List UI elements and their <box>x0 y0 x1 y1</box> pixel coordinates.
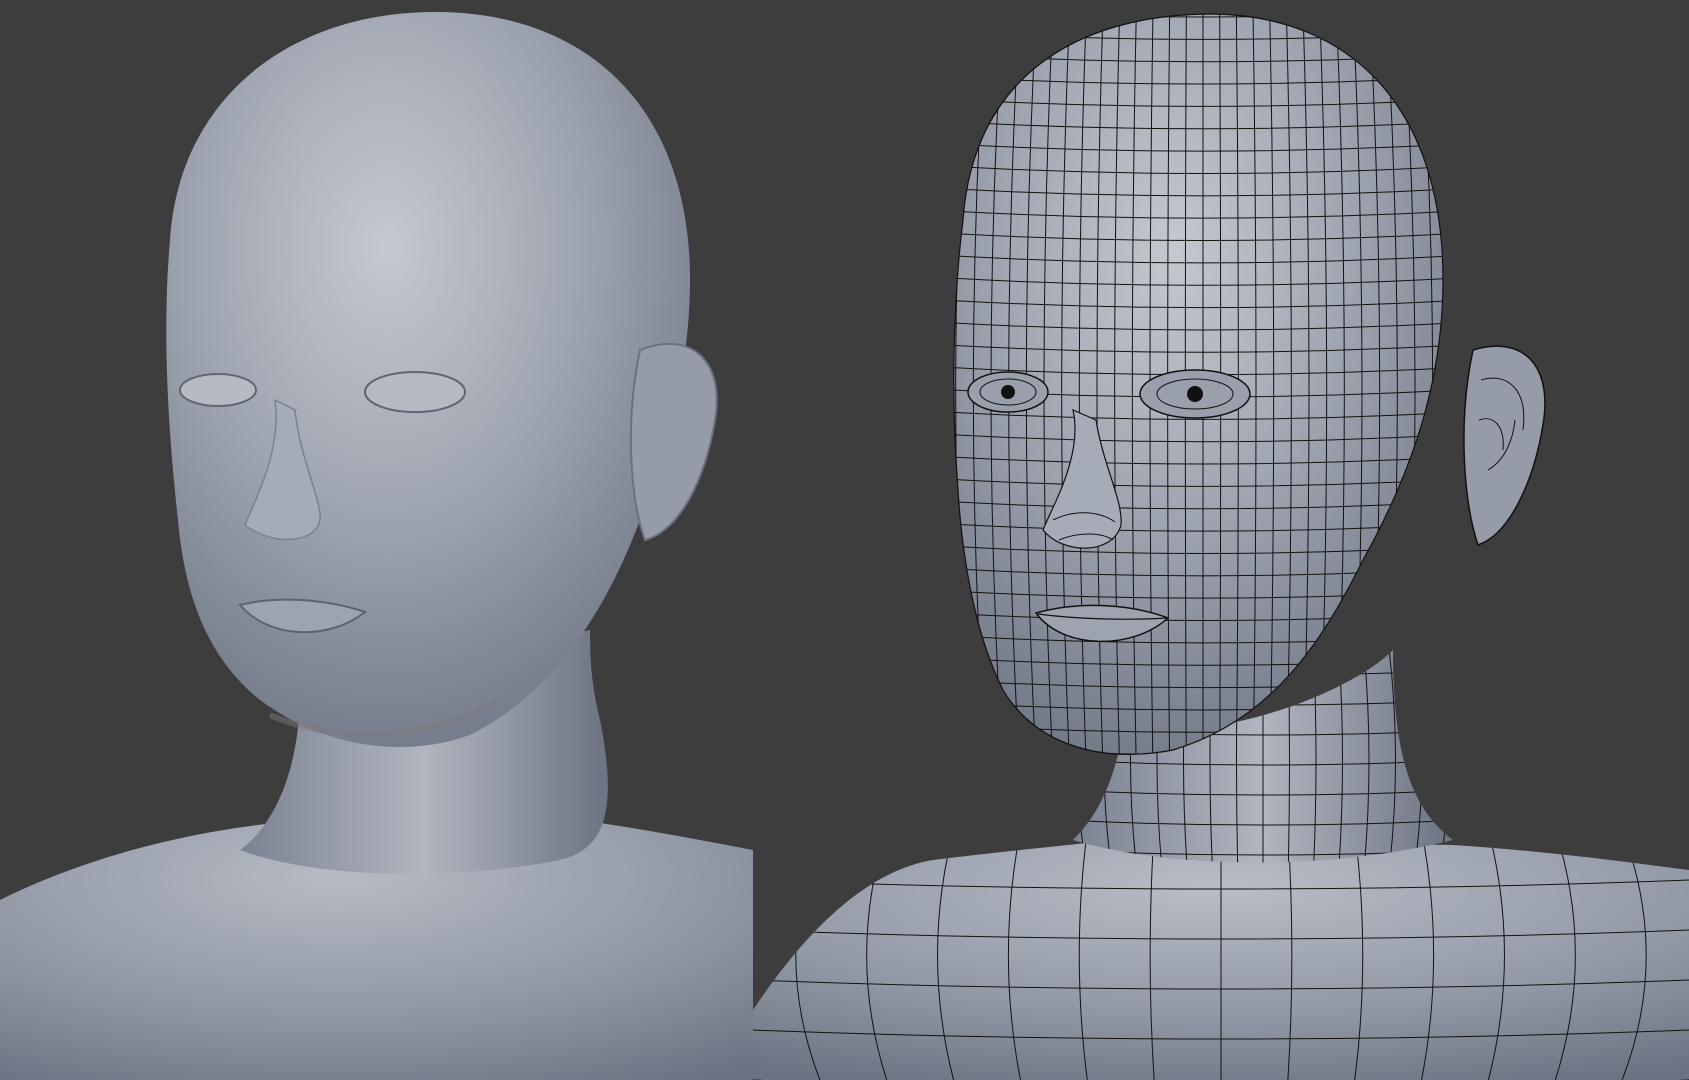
smooth-head-render <box>0 11 753 1080</box>
eye-right-shape <box>364 371 466 413</box>
eye-right-wire <box>1139 369 1251 419</box>
wireframe-head-render <box>753 10 1689 1080</box>
viewport-smooth-shaded[interactable] <box>0 0 753 1080</box>
eye-left-shape <box>179 373 257 407</box>
ear-shape <box>1463 345 1546 546</box>
wire-edge <box>1463 640 1475 880</box>
wire-edge <box>938 10 953 770</box>
wire-edge <box>1437 650 1449 863</box>
eye-left-wire <box>967 371 1049 413</box>
ear-shape <box>629 342 718 542</box>
wire-edge <box>1435 14 1443 755</box>
viewport-wireframe[interactable] <box>753 0 1689 1080</box>
wire-edge <box>1453 10 1468 770</box>
blender-comparison-stage <box>0 0 1689 1080</box>
